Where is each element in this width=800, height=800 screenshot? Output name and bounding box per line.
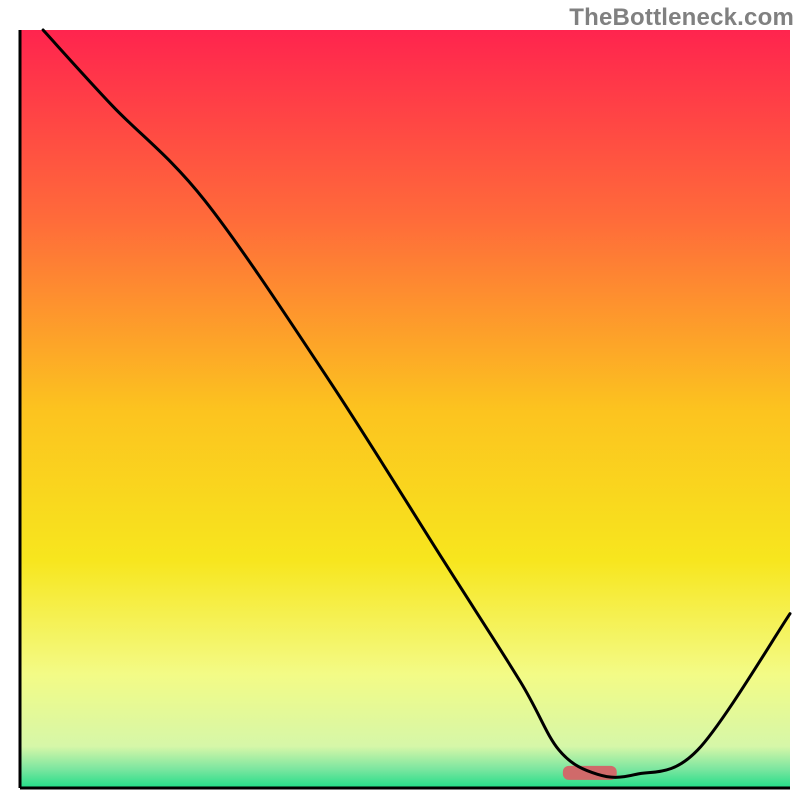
chart-stage: TheBottleneck.com	[0, 0, 800, 800]
bottleneck-chart	[0, 0, 800, 800]
plot-background	[20, 30, 790, 788]
